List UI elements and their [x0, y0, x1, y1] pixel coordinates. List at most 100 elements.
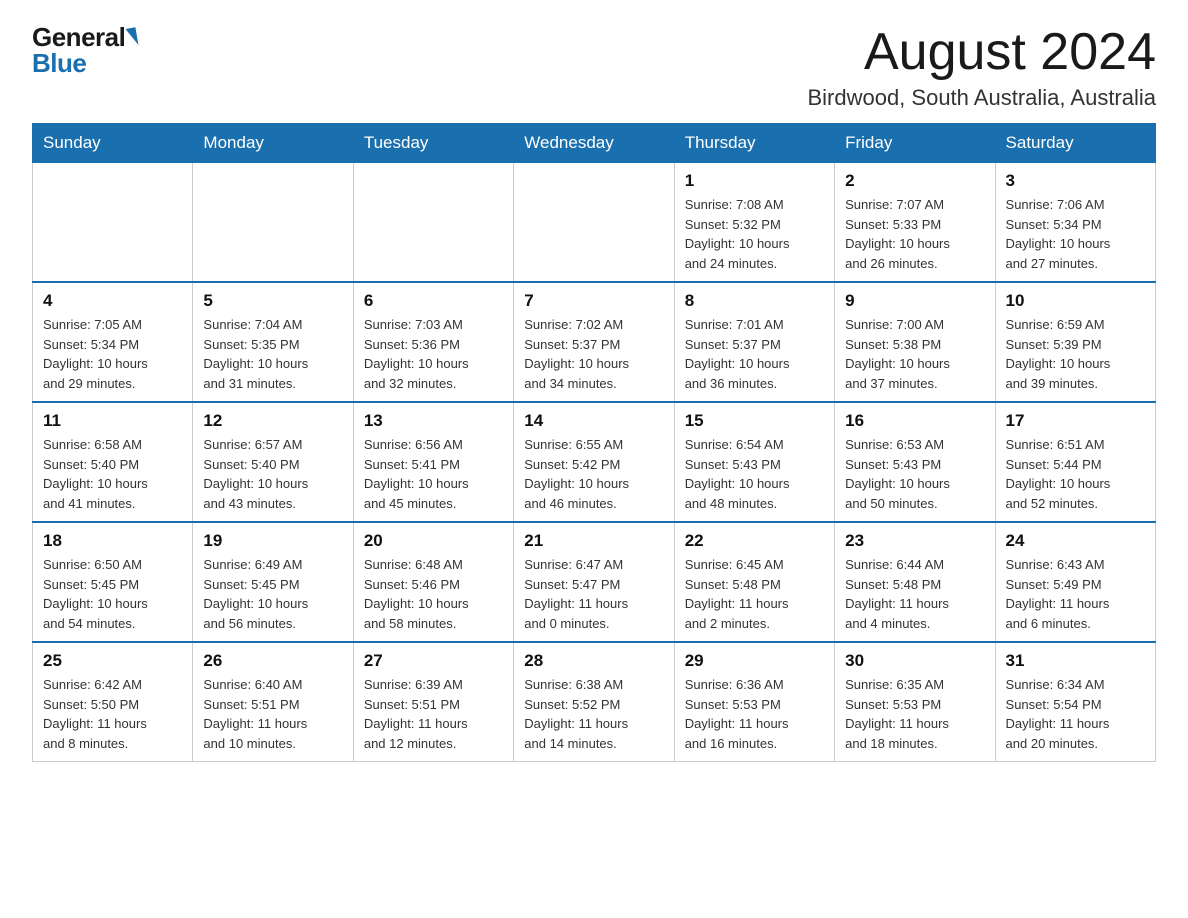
day-info: Sunrise: 7:02 AM Sunset: 5:37 PM Dayligh… — [524, 315, 663, 393]
calendar-cell: 22 Sunrise: 6:45 AM Sunset: 5:48 PM Dayli… — [674, 522, 834, 642]
weekday-header-monday: Monday — [193, 124, 353, 163]
day-info: Sunrise: 6:47 AM Sunset: 5:47 PM Dayligh… — [524, 555, 663, 633]
day-number: 10 — [1006, 291, 1145, 311]
day-info: Sunrise: 7:00 AM Sunset: 5:38 PM Dayligh… — [845, 315, 984, 393]
day-number: 2 — [845, 171, 984, 191]
day-number: 21 — [524, 531, 663, 551]
calendar-cell: 14 Sunrise: 6:55 AM Sunset: 5:42 PM Dayli… — [514, 402, 674, 522]
day-info: Sunrise: 6:58 AM Sunset: 5:40 PM Dayligh… — [43, 435, 182, 513]
day-number: 29 — [685, 651, 824, 671]
day-info: Sunrise: 7:04 AM Sunset: 5:35 PM Dayligh… — [203, 315, 342, 393]
weekday-header-row: SundayMondayTuesdayWednesdayThursdayFrid… — [33, 124, 1156, 163]
calendar-cell: 20 Sunrise: 6:48 AM Sunset: 5:46 PM Dayli… — [353, 522, 513, 642]
day-info: Sunrise: 6:34 AM Sunset: 5:54 PM Dayligh… — [1006, 675, 1145, 753]
logo-general-text: General — [32, 24, 125, 50]
weekday-header-wednesday: Wednesday — [514, 124, 674, 163]
calendar-cell: 9Sunrise: 7:00 AM Sunset: 5:38 PM Daylig… — [835, 282, 995, 402]
day-number: 16 — [845, 411, 984, 431]
day-info: Sunrise: 6:48 AM Sunset: 5:46 PM Dayligh… — [364, 555, 503, 633]
calendar-cell — [33, 163, 193, 283]
calendar-cell: 13 Sunrise: 6:56 AM Sunset: 5:41 PM Dayli… — [353, 402, 513, 522]
day-info: Sunrise: 6:49 AM Sunset: 5:45 PM Dayligh… — [203, 555, 342, 633]
day-number: 30 — [845, 651, 984, 671]
calendar-cell: 31 Sunrise: 6:34 AM Sunset: 5:54 PM Dayli… — [995, 642, 1155, 762]
page-header: General Blue August 2024 Birdwood, South… — [32, 24, 1156, 111]
calendar-cell: 11Sunrise: 6:58 AM Sunset: 5:40 PM Dayli… — [33, 402, 193, 522]
day-number: 24 — [1006, 531, 1145, 551]
calendar-cell — [514, 163, 674, 283]
weekday-header-saturday: Saturday — [995, 124, 1155, 163]
day-number: 5 — [203, 291, 342, 311]
day-number: 13 — [364, 411, 503, 431]
weekday-header-tuesday: Tuesday — [353, 124, 513, 163]
calendar-cell — [193, 163, 353, 283]
day-number: 12 — [203, 411, 342, 431]
calendar-cell: 10Sunrise: 6:59 AM Sunset: 5:39 PM Dayli… — [995, 282, 1155, 402]
calendar-cell: 12Sunrise: 6:57 AM Sunset: 5:40 PM Dayli… — [193, 402, 353, 522]
day-number: 17 — [1006, 411, 1145, 431]
day-number: 15 — [685, 411, 824, 431]
day-info: Sunrise: 7:01 AM Sunset: 5:37 PM Dayligh… — [685, 315, 824, 393]
calendar-cell: 23Sunrise: 6:44 AM Sunset: 5:48 PM Dayli… — [835, 522, 995, 642]
calendar-cell: 1 Sunrise: 7:08 AM Sunset: 5:32 PM Daylig… — [674, 163, 834, 283]
day-info: Sunrise: 6:42 AM Sunset: 5:50 PM Dayligh… — [43, 675, 182, 753]
day-info: Sunrise: 7:03 AM Sunset: 5:36 PM Dayligh… — [364, 315, 503, 393]
day-number: 19 — [203, 531, 342, 551]
day-number: 6 — [364, 291, 503, 311]
day-number: 26 — [203, 651, 342, 671]
calendar-cell: 16 Sunrise: 6:53 AM Sunset: 5:43 PM Dayli… — [835, 402, 995, 522]
calendar-cell: 3Sunrise: 7:06 AM Sunset: 5:34 PM Daylig… — [995, 163, 1155, 283]
day-number: 25 — [43, 651, 182, 671]
day-info: Sunrise: 6:55 AM Sunset: 5:42 PM Dayligh… — [524, 435, 663, 513]
calendar-week-row: 18 Sunrise: 6:50 AM Sunset: 5:45 PM Dayli… — [33, 522, 1156, 642]
calendar-week-row: 25 Sunrise: 6:42 AM Sunset: 5:50 PM Dayli… — [33, 642, 1156, 762]
calendar-cell: 2 Sunrise: 7:07 AM Sunset: 5:33 PM Daylig… — [835, 163, 995, 283]
month-year-title: August 2024 — [807, 24, 1156, 81]
day-number: 22 — [685, 531, 824, 551]
calendar-cell: 26 Sunrise: 6:40 AM Sunset: 5:51 PM Dayli… — [193, 642, 353, 762]
weekday-header-sunday: Sunday — [33, 124, 193, 163]
calendar-cell: 29 Sunrise: 6:36 AM Sunset: 5:53 PM Dayli… — [674, 642, 834, 762]
logo-triangle-icon — [126, 27, 139, 46]
calendar-week-row: 11Sunrise: 6:58 AM Sunset: 5:40 PM Dayli… — [33, 402, 1156, 522]
day-info: Sunrise: 6:53 AM Sunset: 5:43 PM Dayligh… — [845, 435, 984, 513]
calendar-cell: 6 Sunrise: 7:03 AM Sunset: 5:36 PM Daylig… — [353, 282, 513, 402]
day-number: 28 — [524, 651, 663, 671]
day-info: Sunrise: 6:35 AM Sunset: 5:53 PM Dayligh… — [845, 675, 984, 753]
weekday-header-thursday: Thursday — [674, 124, 834, 163]
calendar-cell: 25 Sunrise: 6:42 AM Sunset: 5:50 PM Dayli… — [33, 642, 193, 762]
day-number: 1 — [685, 171, 824, 191]
calendar-cell: 27Sunrise: 6:39 AM Sunset: 5:51 PM Dayli… — [353, 642, 513, 762]
day-info: Sunrise: 6:36 AM Sunset: 5:53 PM Dayligh… — [685, 675, 824, 753]
day-number: 31 — [1006, 651, 1145, 671]
day-number: 23 — [845, 531, 984, 551]
day-info: Sunrise: 6:50 AM Sunset: 5:45 PM Dayligh… — [43, 555, 182, 633]
title-area: August 2024 Birdwood, South Australia, A… — [807, 24, 1156, 111]
day-info: Sunrise: 6:45 AM Sunset: 5:48 PM Dayligh… — [685, 555, 824, 633]
day-number: 20 — [364, 531, 503, 551]
day-info: Sunrise: 7:07 AM Sunset: 5:33 PM Dayligh… — [845, 195, 984, 273]
day-number: 8 — [685, 291, 824, 311]
calendar-cell: 21 Sunrise: 6:47 AM Sunset: 5:47 PM Dayli… — [514, 522, 674, 642]
day-info: Sunrise: 6:40 AM Sunset: 5:51 PM Dayligh… — [203, 675, 342, 753]
calendar-cell: 7 Sunrise: 7:02 AM Sunset: 5:37 PM Daylig… — [514, 282, 674, 402]
day-info: Sunrise: 6:56 AM Sunset: 5:41 PM Dayligh… — [364, 435, 503, 513]
day-info: Sunrise: 6:51 AM Sunset: 5:44 PM Dayligh… — [1006, 435, 1145, 513]
day-number: 18 — [43, 531, 182, 551]
day-number: 3 — [1006, 171, 1145, 191]
calendar-cell: 15Sunrise: 6:54 AM Sunset: 5:43 PM Dayli… — [674, 402, 834, 522]
logo-blue-text: Blue — [32, 50, 137, 76]
calendar-cell: 8 Sunrise: 7:01 AM Sunset: 5:37 PM Daylig… — [674, 282, 834, 402]
calendar-week-row: 1 Sunrise: 7:08 AM Sunset: 5:32 PM Daylig… — [33, 163, 1156, 283]
calendar-cell: 30 Sunrise: 6:35 AM Sunset: 5:53 PM Dayli… — [835, 642, 995, 762]
logo: General Blue — [32, 24, 137, 76]
day-info: Sunrise: 7:08 AM Sunset: 5:32 PM Dayligh… — [685, 195, 824, 273]
day-number: 4 — [43, 291, 182, 311]
calendar-cell: 17 Sunrise: 6:51 AM Sunset: 5:44 PM Dayli… — [995, 402, 1155, 522]
calendar-cell: 19 Sunrise: 6:49 AM Sunset: 5:45 PM Dayli… — [193, 522, 353, 642]
day-number: 7 — [524, 291, 663, 311]
day-number: 14 — [524, 411, 663, 431]
day-number: 27 — [364, 651, 503, 671]
calendar-cell: 4Sunrise: 7:05 AM Sunset: 5:34 PM Daylig… — [33, 282, 193, 402]
calendar-cell: 28Sunrise: 6:38 AM Sunset: 5:52 PM Dayli… — [514, 642, 674, 762]
